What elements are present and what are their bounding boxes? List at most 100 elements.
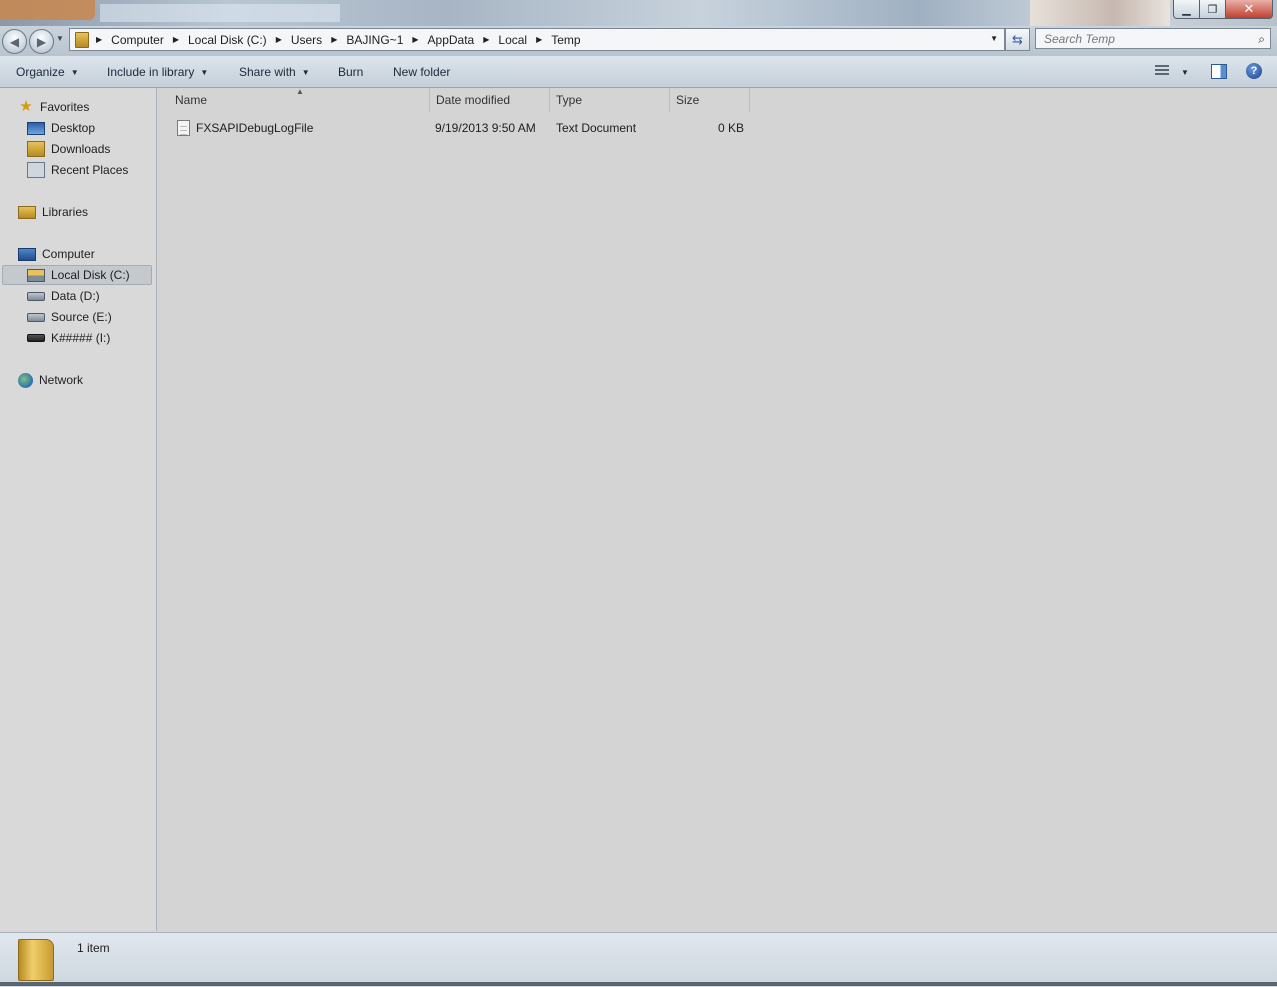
breadcrumb-separator-icon[interactable]: ▶ [536, 35, 542, 44]
desktop-icon [27, 121, 45, 135]
nav-downloads-label: Downloads [51, 142, 111, 156]
share-with-label: Share with [239, 65, 296, 79]
forward-arrow-icon: ▶ [36, 34, 47, 49]
nav-drive-e[interactable]: Source (E:) [27, 307, 112, 327]
breadcrumb-separator-icon[interactable]: ▶ [412, 35, 418, 44]
background-wallpaper-fragment [1030, 0, 1170, 26]
chevron-down-icon: ▼ [56, 34, 64, 43]
chevron-down-icon: ▼ [301, 67, 310, 77]
breadcrumb-separator-icon[interactable]: ▶ [173, 35, 179, 44]
breadcrumb-separator-icon[interactable]: ▶ [276, 35, 282, 44]
view-options-dropdown[interactable]: ▼ [1181, 68, 1189, 77]
nav-favorites[interactable]: ★ Favorites [18, 97, 89, 117]
burn-label: Burn [338, 65, 364, 79]
column-divider[interactable] [669, 88, 670, 112]
back-button[interactable]: ◀ [2, 29, 27, 54]
column-divider[interactable] [429, 88, 430, 112]
nav-drive-i[interactable]: K##### (I:) [27, 328, 110, 348]
file-row[interactable]: FXSAPIDebugLogFile 9/19/2013 9:50 AM Tex… [169, 118, 749, 138]
background-taskbar-fragment [0, 0, 95, 20]
chevron-down-icon: ▼ [1181, 68, 1189, 77]
file-list-pane: Name ▲ Date modified Type Size FXSAPIDeb… [157, 87, 1277, 931]
hard-disk-icon [27, 312, 45, 322]
nav-desktop[interactable]: Desktop [27, 118, 95, 138]
star-icon: ★ [19, 98, 33, 115]
hard-disk-icon [27, 291, 45, 301]
new-folder-label: New folder [393, 65, 451, 79]
column-divider[interactable] [749, 88, 750, 112]
change-view-icon[interactable] [1155, 65, 1169, 77]
include-in-library-label: Include in library [107, 65, 195, 79]
file-date-modified: 9/19/2013 9:50 AM [435, 121, 536, 135]
chevron-down-icon: ▼ [70, 67, 79, 77]
computer-icon [18, 247, 36, 261]
breadcrumb-users[interactable]: Users [291, 33, 322, 47]
share-with-button[interactable]: Share with ▼ [239, 65, 310, 79]
nav-downloads[interactable]: Downloads [27, 139, 110, 159]
file-type: Text Document [556, 121, 637, 135]
recent-pages-dropdown[interactable]: ▼ [56, 34, 64, 43]
search-icon[interactable]: ⌕ [1258, 32, 1265, 47]
breadcrumb-separator-icon[interactable]: ▶ [483, 35, 489, 44]
nav-drive-d-label: Data (D:) [51, 289, 100, 303]
address-history-dropdown[interactable]: ▼ [990, 34, 998, 43]
organize-button[interactable]: Organize ▼ [16, 65, 79, 79]
nav-drive-c[interactable]: Local Disk (C:) [2, 265, 152, 285]
burn-button[interactable]: Burn [338, 65, 363, 79]
breadcrumb-user[interactable]: BAJING~1 [346, 33, 403, 47]
network-icon [18, 372, 33, 388]
breadcrumb-local[interactable]: Local [498, 33, 527, 47]
new-folder-button[interactable]: New folder [393, 65, 450, 79]
column-header-size[interactable]: Size [676, 88, 699, 112]
nav-favorites-label: Favorites [40, 100, 90, 114]
nav-network-label: Network [39, 373, 84, 387]
nav-drive-e-label: Source (E:) [51, 310, 112, 324]
window-title-bar: ▁ ❐ ✕ [0, 0, 1277, 26]
restore-icon: ❐ [1207, 3, 1218, 16]
text-document-icon [177, 120, 190, 136]
search-input[interactable]: Search Temp ⌕ [1035, 28, 1271, 49]
nav-recent-places[interactable]: Recent Places [27, 160, 128, 180]
address-bar[interactable]: ▶ Computer ▶ Local Disk (C:) ▶ Users ▶ B… [69, 28, 1005, 51]
downloads-folder-icon [27, 141, 45, 157]
background-window-fragment [100, 4, 340, 22]
column-header-name[interactable]: Name [175, 88, 207, 112]
breadcrumb-separator-icon[interactable]: ▶ [331, 35, 337, 44]
nav-libraries[interactable]: Libraries [18, 202, 88, 222]
breadcrumb-computer[interactable]: Computer [111, 33, 164, 47]
include-in-library-button[interactable]: Include in library ▼ [107, 65, 208, 79]
nav-network[interactable]: Network [18, 370, 83, 390]
column-header-size-label: Size [676, 93, 700, 107]
minimize-button[interactable]: ▁ [1173, 0, 1200, 19]
help-icon[interactable]: ? [1246, 63, 1262, 79]
navigation-pane: ★ Favorites Desktop Downloads Recent Plac… [0, 88, 157, 931]
nav-drive-d[interactable]: Data (D:) [27, 286, 100, 306]
address-row: ◀ ▶ ▼ ▶ Computer ▶ Local Disk (C:) ▶ Use… [0, 26, 1277, 56]
column-header-type[interactable]: Type [556, 88, 582, 112]
breadcrumb-local-disk[interactable]: Local Disk (C:) [188, 33, 267, 47]
nav-computer[interactable]: Computer [18, 244, 95, 264]
search-placeholder: Search Temp [1044, 32, 1115, 46]
chevron-down-icon: ▼ [990, 34, 998, 43]
column-header-date-modified[interactable]: Date modified [436, 88, 510, 112]
close-button[interactable]: ✕ [1225, 0, 1273, 19]
forward-button[interactable]: ▶ [29, 29, 54, 54]
close-icon: ✕ [1243, 1, 1255, 16]
refresh-button[interactable]: ⇆ [1005, 28, 1030, 51]
preview-pane-icon[interactable] [1211, 64, 1227, 79]
removable-drive-icon [27, 334, 45, 342]
nav-computer-label: Computer [42, 247, 95, 261]
file-name: FXSAPIDebugLogFile [196, 121, 314, 135]
column-header-name-label: Name [175, 93, 208, 107]
nav-recent-places-label: Recent Places [51, 163, 129, 177]
folder-icon [75, 31, 89, 48]
breadcrumb-temp[interactable]: Temp [551, 33, 580, 47]
breadcrumb-appdata[interactable]: AppData [428, 33, 475, 47]
chevron-down-icon: ▼ [200, 67, 209, 77]
breadcrumb-separator-icon[interactable]: ▶ [96, 35, 102, 44]
organize-label: Organize [16, 65, 65, 79]
column-divider[interactable] [549, 88, 550, 112]
restore-button[interactable]: ❐ [1199, 0, 1226, 19]
recent-places-icon [27, 162, 45, 178]
nav-drive-c-label: Local Disk (C:) [51, 268, 130, 282]
